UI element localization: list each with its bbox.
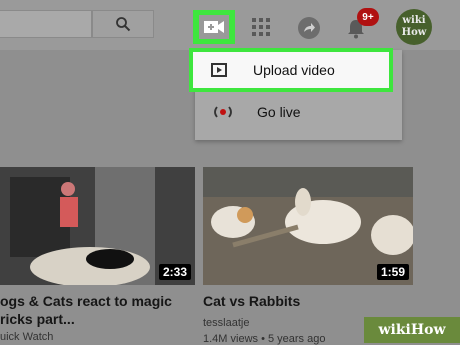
create-video-button[interactable] [193,10,235,44]
menu-item-go-live[interactable]: Go live [195,92,402,132]
upload-video-icon [211,63,227,77]
search-button[interactable] [92,10,154,38]
search-input[interactable] [0,10,92,38]
video-duration: 1:59 [376,264,409,280]
avatar[interactable]: wiki How [396,9,432,45]
video-camera-plus-icon [204,21,224,33]
video-title[interactable]: Cat vs Rabbits [203,292,300,310]
video-thumbnail[interactable]: 2:33 [0,167,195,285]
video-duration: 2:33 [158,264,191,280]
menu-item-label: Upload video [253,62,335,78]
go-live-icon [214,106,232,118]
avatar-text-top: wiki [402,15,426,26]
create-dropdown-menu: Upload video Go live [189,48,402,140]
video-channel[interactable]: uick Watch [0,331,53,343]
video-title-line2[interactable]: ricks part... [0,310,75,328]
video-stats: 1.4M views • 5 years ago [203,333,326,345]
share-icon[interactable] [298,17,320,39]
watermark-logo: wikiHow [364,317,460,343]
apps-grid-icon[interactable] [252,18,270,36]
top-bar: 9+ wiki How [0,0,460,50]
video-title-line1[interactable]: ogs & Cats react to magic [0,292,172,310]
avatar-text-bottom: How [401,27,427,38]
menu-item-label: Go live [257,104,301,120]
video-channel[interactable]: tesslaatje [203,317,249,329]
notification-badge: 9+ [357,8,379,26]
video-thumbnail[interactable]: 1:59 [203,167,413,285]
menu-item-upload-video[interactable]: Upload video [189,48,393,92]
search-icon [116,17,131,32]
